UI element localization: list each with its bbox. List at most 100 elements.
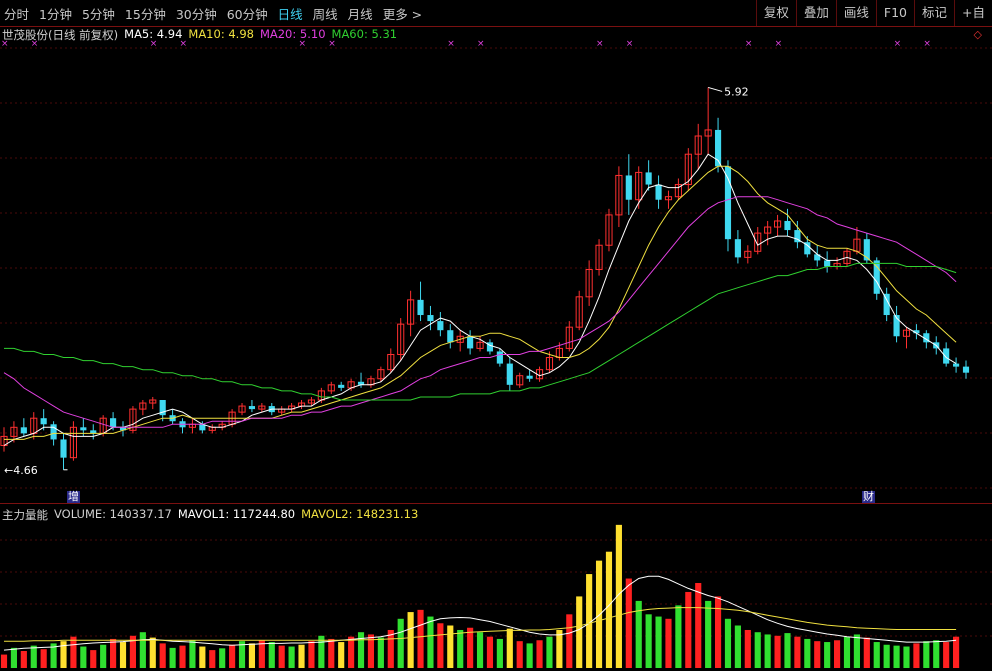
signal-marker: × [923, 39, 931, 49]
high-price-label: 5.92 [724, 85, 749, 98]
candle-body [506, 363, 513, 385]
volume-bar [744, 629, 751, 668]
signal-marker: × [150, 39, 158, 49]
volume-bar [268, 642, 275, 668]
candle-body [784, 220, 791, 231]
volume-bar [209, 650, 216, 668]
volume-bar [804, 638, 811, 668]
volume-bar [149, 637, 156, 668]
volume-bar [447, 625, 454, 668]
volume-bar [754, 632, 761, 668]
volume-bar [298, 644, 305, 668]
volume-bar [526, 643, 533, 668]
candle-body [467, 336, 474, 349]
volume-bar [338, 642, 345, 668]
volume-bar [705, 600, 712, 668]
ma-line-ma20 [3, 196, 957, 428]
candle-body [526, 375, 533, 379]
volume-bar [139, 632, 146, 668]
candle-body [943, 348, 950, 364]
low-price-label: ←4.66 [4, 464, 38, 477]
volume-bar [308, 641, 315, 668]
volume-bar [377, 637, 384, 668]
volume-bar [219, 648, 226, 668]
volume-bar [0, 654, 8, 668]
signal-marker: × [775, 39, 783, 49]
volume-bar [883, 644, 890, 668]
volume-bar [397, 618, 404, 668]
signal-marker: × [31, 39, 39, 49]
volume-bar [457, 629, 464, 668]
volume-bar [328, 638, 335, 668]
candle-body [724, 166, 732, 240]
candle-body [655, 184, 662, 200]
candle-body [60, 439, 67, 458]
candle-body [427, 315, 434, 322]
candle-body [50, 424, 57, 440]
volume-bar [278, 645, 285, 668]
candle-body [953, 363, 960, 367]
volume-bar [714, 596, 722, 668]
candle-body [248, 406, 256, 410]
candle-body [873, 260, 880, 294]
volume-bar [248, 643, 256, 668]
candle-body [625, 175, 632, 200]
candle-body [40, 418, 47, 425]
volume-bar [110, 638, 117, 668]
candle-body [338, 384, 345, 388]
volume-bar [933, 640, 940, 668]
volume-bar [70, 636, 77, 668]
volume-bar [467, 627, 474, 668]
volume-bar [556, 629, 563, 668]
volume-bar [695, 583, 702, 668]
volume-bar [903, 646, 910, 668]
volume-bar [566, 614, 573, 668]
signal-marker: × [596, 39, 604, 49]
signal-marker: × [1, 39, 9, 49]
signal-marker: × [477, 39, 485, 49]
signal-marker: × [447, 39, 455, 49]
volume-bar [843, 636, 851, 668]
volume-bar [437, 623, 444, 668]
candle-body [447, 330, 454, 343]
volume-bar [665, 618, 672, 668]
volume-bar [734, 625, 741, 668]
ma-line-ma10 [4, 165, 957, 440]
volume-bar [943, 642, 950, 668]
volume-bar [119, 642, 127, 668]
volume-bar [189, 640, 196, 668]
volume-bar [427, 616, 434, 668]
volume-bar [794, 636, 801, 668]
signal-marker: × [894, 39, 902, 49]
volume-bar [506, 628, 513, 668]
volume-bar [824, 642, 831, 668]
stock-chart[interactable]: × × × × × × × × × × × × × × 5.92 ←4.66 [0, 0, 992, 671]
volume-bar [685, 591, 692, 668]
candle-body [417, 299, 424, 316]
volume-bar [258, 640, 265, 668]
volume-bar [516, 641, 523, 668]
volume-bar [486, 636, 494, 668]
candle-body [734, 239, 741, 258]
volume-bar [536, 640, 543, 668]
signal-marker: × [745, 39, 753, 49]
signal-marker: × [328, 39, 336, 49]
volume-bar [645, 614, 652, 668]
volume-bar [784, 633, 791, 668]
volume-bar [348, 636, 355, 668]
volume-bar [774, 635, 781, 668]
volume-bar [90, 650, 97, 668]
volume-bar [595, 560, 603, 668]
candle-body [962, 366, 970, 373]
volume-bar [476, 632, 484, 668]
badge-right[interactable]: 财 [862, 491, 875, 503]
volume-bar [80, 646, 87, 668]
volume-bar [873, 642, 880, 668]
volume-bar [229, 644, 236, 668]
badge-left[interactable]: 增 [67, 491, 80, 503]
volume-bar [199, 646, 206, 668]
volume-bar [546, 636, 553, 668]
volume-bar [625, 578, 632, 668]
volume-bar [179, 645, 186, 668]
volume-bar [814, 641, 821, 668]
